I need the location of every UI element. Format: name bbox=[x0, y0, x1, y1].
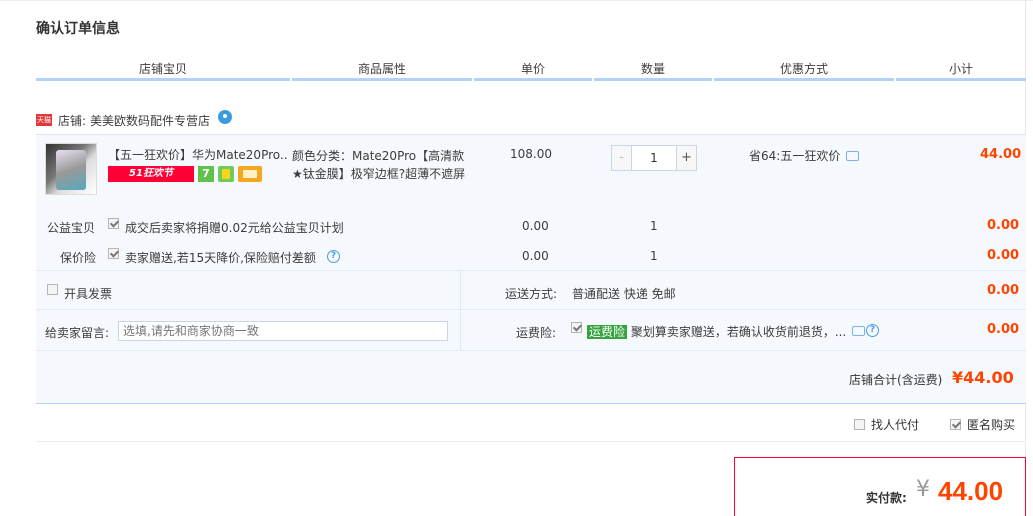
guarantee-icon bbox=[218, 166, 234, 182]
comment-icon[interactable] bbox=[852, 326, 865, 336]
promo-51-badge: 51狂欢节 bbox=[108, 166, 194, 182]
order-block-bottom-border bbox=[36, 403, 1026, 404]
discount-info: 省64:五一狂欢价 bbox=[749, 147, 860, 164]
charity-text: 成交后卖家将捐赠0.02元给公益宝贝计划 bbox=[125, 221, 344, 235]
freight-insurance-label: 运费险: bbox=[516, 326, 557, 340]
price-protection-subtotal: 0.00 bbox=[987, 248, 1020, 263]
shipping-method: 普通配送 快递 免邮 bbox=[572, 287, 676, 301]
col-bar bbox=[474, 78, 592, 81]
divider bbox=[36, 270, 1026, 271]
seven-day-return-icon: 7 bbox=[198, 166, 214, 182]
product-thumbnail[interactable] bbox=[45, 143, 97, 195]
anonymous-option[interactable]: 匿名购买 bbox=[950, 416, 1015, 433]
page-title: 确认订单信息 bbox=[36, 21, 120, 37]
item-subtotal: 44.00 bbox=[980, 147, 1022, 162]
col-header-shop-item: 店铺宝贝 bbox=[138, 62, 187, 76]
service-label-charity: 公益宝贝 bbox=[47, 221, 96, 235]
divider bbox=[36, 441, 1026, 442]
payment-label: 实付款: bbox=[866, 491, 907, 505]
shop-name-prefix: 店铺: bbox=[58, 113, 87, 128]
discount-text: 省64:五一狂欢价 bbox=[749, 149, 841, 163]
proxy-pay-label: 找人代付 bbox=[871, 418, 920, 432]
quantity-input[interactable]: 1 bbox=[632, 146, 676, 170]
credit-card-icon bbox=[238, 166, 262, 182]
unit-price: 108.00 bbox=[510, 147, 552, 161]
invoice-label: 开具发票 bbox=[64, 287, 113, 301]
freight-insurance-amount: 0.00 bbox=[987, 322, 1020, 337]
shop-row: 天猫 店铺: 美美欧数码配件专营店 bbox=[36, 110, 233, 129]
freight-insurance-info: 运费险 聚划算卖家赠送，若确认收货前退货，... bbox=[587, 323, 846, 340]
col-header-quantity: 数量 bbox=[640, 62, 665, 76]
quantity-increase-button[interactable]: + bbox=[676, 146, 696, 170]
comment-icon[interactable] bbox=[846, 150, 860, 161]
col-header-subtotal: 小计 bbox=[948, 62, 973, 76]
freight-insurance-text: 聚划算卖家赠送，若确认收货前退货，... bbox=[630, 325, 847, 339]
col-bar bbox=[896, 78, 1026, 81]
anonymous-checkbox[interactable] bbox=[950, 419, 961, 430]
payment-amount: 44.00 bbox=[938, 476, 1004, 506]
shipping-label: 运送方式: bbox=[505, 287, 558, 301]
order-block-top-border bbox=[36, 134, 1026, 135]
message-input[interactable] bbox=[118, 321, 448, 341]
col-bar bbox=[292, 78, 472, 81]
col-bar bbox=[594, 78, 712, 81]
price-protection-text: 卖家赠送,若15天降价,保险赔付差额 bbox=[125, 251, 316, 265]
col-header-discount: 优惠方式 bbox=[779, 62, 828, 76]
col-header-unit-price: 单价 bbox=[520, 62, 545, 76]
quantity-decrease-button[interactable]: - bbox=[612, 146, 632, 170]
wangwang-chat-icon[interactable] bbox=[218, 110, 233, 124]
charity-checkbox[interactable] bbox=[108, 218, 119, 229]
help-icon[interactable]: ? bbox=[866, 324, 879, 337]
shipping-amount: 0.00 bbox=[987, 283, 1020, 298]
freight-insurance-checkbox[interactable] bbox=[571, 322, 582, 333]
product-title-link[interactable]: 【五一狂欢价】华为Mate20Pro... bbox=[108, 147, 288, 163]
quantity-stepper: - 1 + bbox=[611, 145, 697, 171]
invoice-checkbox[interactable] bbox=[47, 284, 58, 295]
price-protection-checkbox[interactable] bbox=[108, 248, 119, 259]
payment-currency: ¥ bbox=[916, 477, 930, 502]
store-total-label: 店铺合计(含运费) bbox=[849, 373, 943, 387]
proxy-pay-checkbox[interactable] bbox=[854, 419, 865, 430]
price-protection-price: 0.00 bbox=[522, 249, 549, 263]
col-bar bbox=[714, 78, 894, 81]
help-icon[interactable]: ? bbox=[327, 250, 340, 263]
charity-subtotal: 0.00 bbox=[987, 218, 1020, 233]
charity-price: 0.00 bbox=[522, 219, 549, 233]
divider bbox=[36, 309, 1026, 310]
divider bbox=[36, 350, 1026, 351]
store-total-value: ¥44.00 bbox=[952, 368, 1014, 387]
anonymous-label: 匿名购买 bbox=[967, 418, 1016, 432]
charity-qty: 1 bbox=[650, 219, 658, 233]
service-label-price-protection: 保价险 bbox=[60, 251, 97, 265]
price-protection-qty: 1 bbox=[650, 249, 658, 263]
top-divider bbox=[0, 0, 1033, 1]
message-label: 给卖家留言: bbox=[45, 326, 110, 340]
tmall-badge-icon: 天猫 bbox=[36, 114, 52, 126]
proxy-pay-option[interactable]: 找人代付 bbox=[854, 416, 919, 433]
col-header-attributes: 商品属性 bbox=[357, 62, 406, 76]
col-bar bbox=[36, 78, 290, 81]
product-sku: 颜色分类：Mate20Pro【高清款★钛金膜】极窄边框?超薄不遮屏 bbox=[292, 149, 466, 181]
shop-name-link[interactable]: 美美欧数码配件专营店 bbox=[90, 112, 210, 129]
divider bbox=[460, 270, 461, 350]
freight-insurance-tag: 运费险 bbox=[587, 325, 628, 339]
